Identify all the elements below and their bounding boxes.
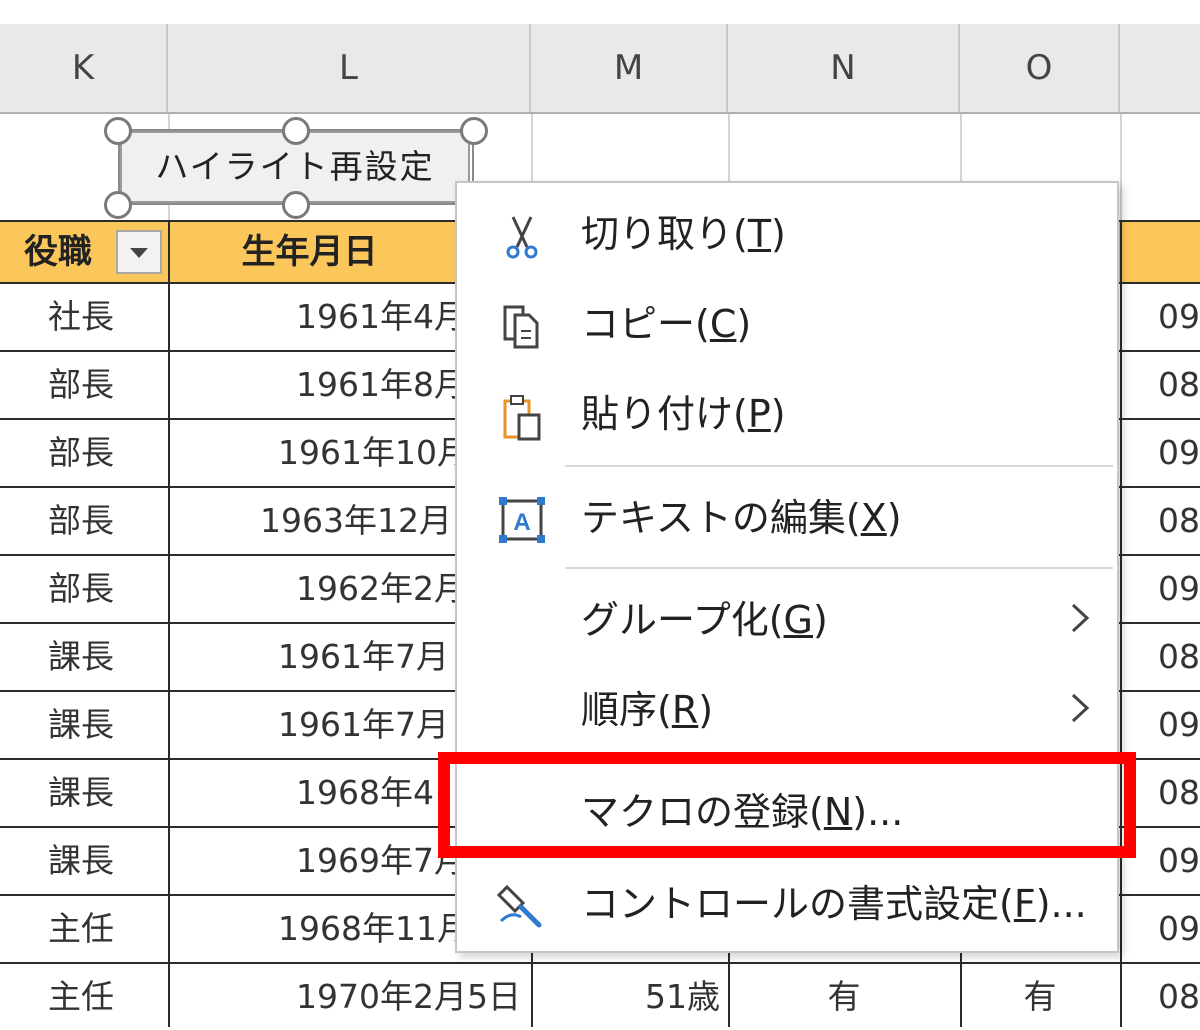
- highlight-annotation-box: [438, 752, 1136, 858]
- cell-role[interactable]: 部長: [0, 488, 162, 554]
- cell-role[interactable]: 主任: [0, 896, 162, 962]
- paste-icon: [503, 395, 541, 441]
- cell-tail[interactable]: 09: [1158, 284, 1200, 350]
- cell-tail[interactable]: 09: [1158, 420, 1200, 486]
- menu-item-paste[interactable]: 貼り付け(P): [457, 369, 1117, 459]
- menu-item-group[interactable]: グループ化(G): [457, 575, 1117, 665]
- column-header-n[interactable]: N: [728, 24, 960, 112]
- cell-birthdate[interactable]: 1962年2月: [296, 556, 456, 622]
- chevron-down-icon: [130, 248, 148, 258]
- gridline: [1120, 114, 1122, 222]
- cell-role[interactable]: 課長: [0, 760, 162, 826]
- column-header-m[interactable]: M: [531, 24, 728, 112]
- cell-o[interactable]: 有: [962, 964, 1118, 1030]
- cell-age[interactable]: 51歳: [600, 964, 720, 1030]
- cell-tail[interactable]: 08: [1158, 488, 1200, 554]
- scissors-icon: [506, 216, 538, 259]
- column-header-bar: K L M N O: [0, 24, 1200, 114]
- svg-text:A: A: [513, 509, 530, 536]
- column-header-o[interactable]: O: [960, 24, 1120, 112]
- menu-item-label: 切り取り(T): [581, 212, 786, 256]
- cell-birthdate[interactable]: 1961年10月: [278, 420, 456, 486]
- cell-birthdate[interactable]: 1970年2月5日: [296, 964, 522, 1030]
- cell-role[interactable]: 課長: [0, 692, 162, 758]
- menu-item-copy[interactable]: コピー(C): [457, 279, 1117, 369]
- cell-role[interactable]: 部長: [0, 556, 162, 622]
- cell-role[interactable]: 社長: [0, 284, 162, 350]
- cell-birthdate[interactable]: 1969年7月: [296, 828, 456, 894]
- menu-item-cut[interactable]: 切り取り(T): [457, 189, 1117, 279]
- menu-item-label: 貼り付け(P): [581, 392, 786, 436]
- cell-role[interactable]: 主任: [0, 964, 162, 1030]
- menu-item-label: テキストの編集(X): [581, 496, 902, 540]
- menu-item-label: 順序(R): [581, 688, 714, 732]
- copy-icon: [503, 305, 539, 349]
- cell-role[interactable]: 課長: [0, 828, 162, 894]
- cell-birthdate[interactable]: 1961年4月: [296, 284, 456, 350]
- menu-item-format-control[interactable]: コントロールの書式設定(F)...: [457, 859, 1117, 949]
- cell-birthdate[interactable]: 1961年7月: [278, 624, 456, 690]
- format-brush-icon: [497, 884, 542, 928]
- menu-separator: [565, 567, 1113, 569]
- resize-handle-top-right[interactable]: [460, 117, 488, 145]
- cell-role[interactable]: 部長: [0, 352, 162, 418]
- resize-handle-top[interactable]: [282, 117, 310, 145]
- cell-tail[interactable]: 09: [1158, 896, 1200, 962]
- menu-item-label: コピー(C): [581, 302, 752, 346]
- cell-birthdate[interactable]: 1961年7月: [278, 692, 456, 758]
- cell-role[interactable]: 部長: [0, 420, 162, 486]
- column-header-k[interactable]: K: [0, 24, 168, 112]
- cell-birthdate[interactable]: 1963年12月: [260, 488, 456, 554]
- cell-tail[interactable]: 08: [1158, 352, 1200, 418]
- cell-birthdate[interactable]: 1968年11月: [278, 896, 456, 962]
- cell-tail[interactable]: 09: [1158, 828, 1200, 894]
- cell-role[interactable]: 課長: [0, 624, 162, 690]
- cell-tail[interactable]: 08: [1158, 624, 1200, 690]
- header-cell-role[interactable]: 役職: [0, 222, 116, 282]
- table-row[interactable]: 主任 1970年2月5日 51歳 有 有 08: [0, 964, 1200, 1030]
- text-box-icon: A: [499, 497, 545, 543]
- chevron-right-icon: [1071, 603, 1090, 633]
- cell-tail[interactable]: 08: [1158, 760, 1200, 826]
- column-header-p[interactable]: [1120, 24, 1200, 112]
- cell-tail[interactable]: 09: [1158, 556, 1200, 622]
- cell-tail[interactable]: 08: [1158, 964, 1200, 1030]
- resize-handle-bottom[interactable]: [282, 191, 310, 219]
- formula-bar-edge: [0, 0, 1200, 26]
- menu-item-order[interactable]: 順序(R): [457, 665, 1117, 755]
- menu-item-label: コントロールの書式設定(F)...: [581, 882, 1087, 926]
- cell-n[interactable]: 有: [730, 964, 958, 1030]
- cell-tail[interactable]: 09: [1158, 692, 1200, 758]
- chevron-right-icon: [1071, 693, 1090, 723]
- menu-item-label: グループ化(G): [581, 598, 828, 642]
- resize-handle-bottom-left[interactable]: [104, 191, 132, 219]
- column-header-l[interactable]: L: [168, 24, 531, 112]
- cell-birthdate[interactable]: 1968年4: [296, 760, 456, 826]
- cell-birthdate[interactable]: 1961年8月: [296, 352, 456, 418]
- menu-separator: [565, 465, 1113, 467]
- resize-handle-top-left[interactable]: [104, 117, 132, 145]
- filter-dropdown-button[interactable]: [116, 230, 162, 274]
- menu-item-edit-text[interactable]: A テキストの編集(X): [457, 473, 1117, 563]
